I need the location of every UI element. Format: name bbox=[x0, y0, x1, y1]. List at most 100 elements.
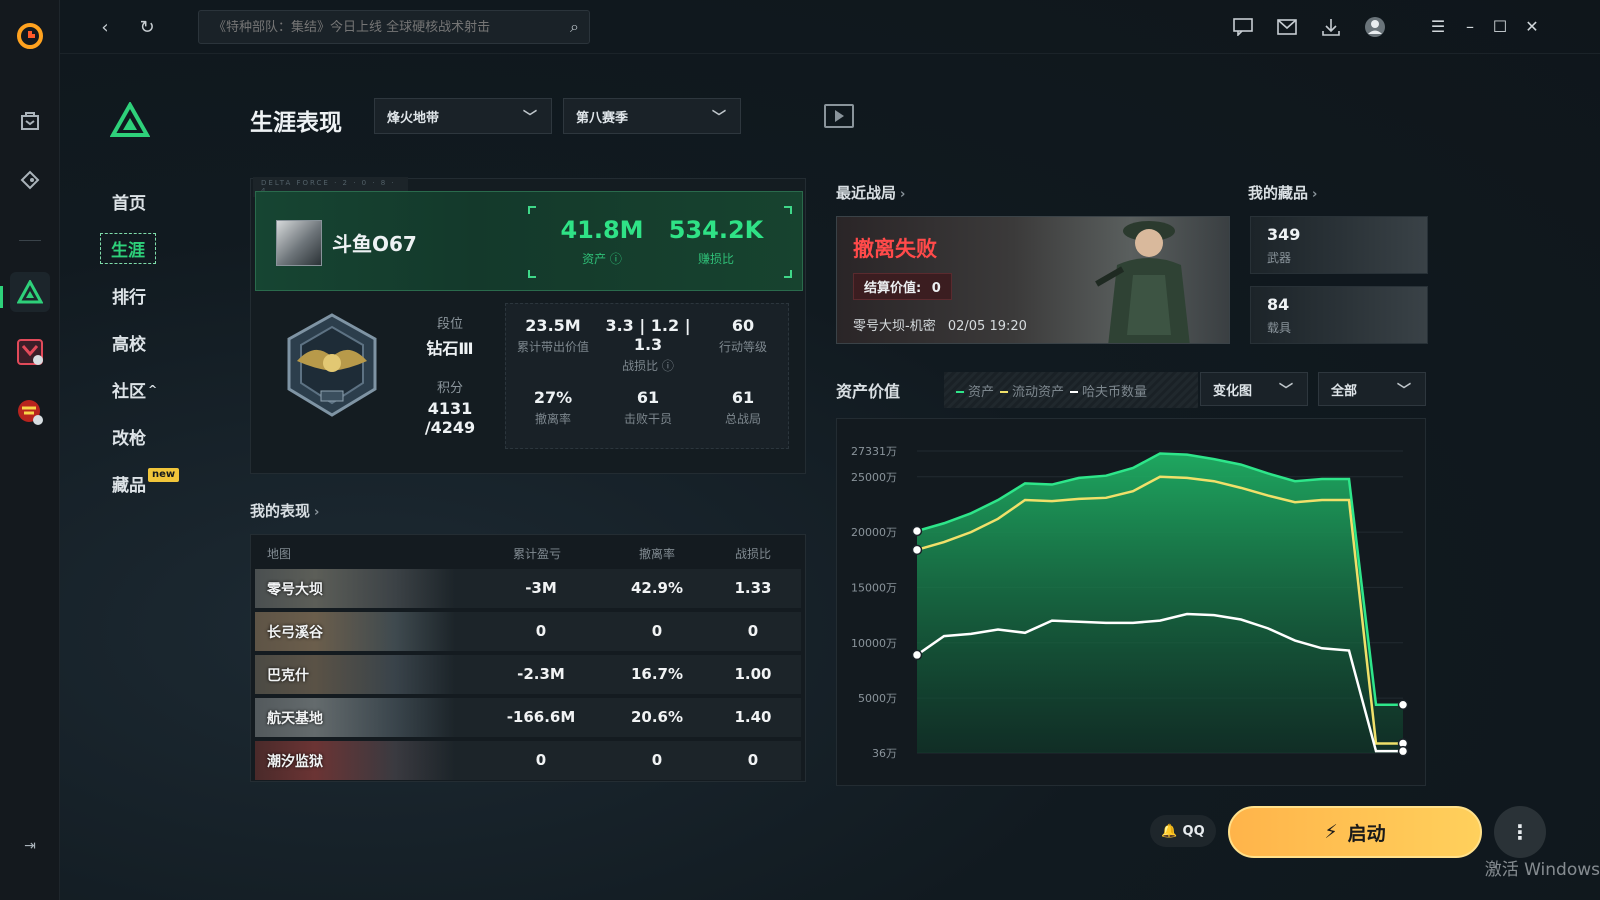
series-start-point bbox=[911, 525, 923, 537]
crossfire-game-icon[interactable] bbox=[10, 392, 50, 432]
rail-active-indicator bbox=[0, 286, 3, 308]
nav-label: 生涯 bbox=[100, 233, 156, 264]
avatar[interactable] bbox=[276, 220, 322, 266]
chevron-right-icon: › bbox=[900, 187, 906, 202]
asset-area bbox=[917, 453, 1403, 753]
stat-value: 23.5M bbox=[525, 316, 581, 335]
refresh-icon[interactable]: ↻ bbox=[132, 12, 162, 42]
battle-map: 零号大坝-机密 bbox=[853, 319, 936, 334]
nav-item-gunsmith[interactable]: 改枪 bbox=[112, 413, 202, 460]
profit-cell: -3M bbox=[525, 579, 557, 597]
rail-divider bbox=[19, 240, 41, 241]
stat-label: 累计带出价值 bbox=[516, 340, 589, 354]
search-icon[interactable]: ⌕ bbox=[570, 17, 579, 37]
video-play-icon[interactable] bbox=[824, 104, 854, 128]
store-bag-icon[interactable] bbox=[10, 100, 50, 140]
mail-icon[interactable] bbox=[1272, 12, 1302, 42]
nav-item-home[interactable]: 首页 bbox=[112, 178, 202, 225]
collection-vehicles[interactable]: 84 载具 bbox=[1250, 286, 1428, 344]
minimize-icon[interactable]: – bbox=[1456, 12, 1484, 40]
table-header-map: 地图 bbox=[267, 547, 292, 561]
search-bar[interactable]: ⌕ bbox=[198, 10, 590, 44]
delta-force-game-icon[interactable] bbox=[10, 272, 50, 312]
collapse-rail-icon[interactable]: ⇥ bbox=[10, 826, 50, 866]
chat-icon[interactable] bbox=[1228, 12, 1258, 42]
recent-battle-card[interactable]: 撤离失败 结算价值: 0 零号大坝-机密 02/05 19:20 bbox=[836, 216, 1230, 344]
season-select-value: 第八赛季 bbox=[576, 110, 629, 126]
nav-item-career[interactable]: 生涯 bbox=[100, 225, 202, 272]
legend-item-liquid[interactable]: 流动资产 bbox=[1000, 381, 1064, 400]
legend-swatch bbox=[1070, 391, 1079, 393]
lightning-icon: ⚡ bbox=[1324, 821, 1338, 843]
nav-label: 高校 bbox=[112, 335, 146, 355]
left-app-rail: ⇥ bbox=[0, 0, 60, 900]
series-end-point bbox=[1397, 699, 1409, 710]
stat-cell: 61 总战局 bbox=[696, 388, 790, 427]
download-icon[interactable] bbox=[1316, 12, 1346, 42]
chart-range-select[interactable]: 全部 ﹀ bbox=[1318, 372, 1426, 406]
collection-count: 349 bbox=[1267, 225, 1301, 244]
legend-item-assets[interactable]: 资产 bbox=[956, 381, 994, 400]
nav-item-university[interactable]: 高校 bbox=[112, 319, 202, 366]
tag-icon[interactable] bbox=[10, 160, 50, 200]
launch-button[interactable]: ⚡ 启动 bbox=[1228, 806, 1482, 858]
nav-item-ranking[interactable]: 排行 bbox=[112, 272, 202, 319]
profile-header: 斗鱼O67 41.8M 资产 ⓘ 534.2K 赚损比 bbox=[255, 191, 803, 291]
recent-title[interactable]: 最近战局 › bbox=[836, 182, 905, 203]
chevron-down-icon: ﹀ bbox=[523, 110, 537, 126]
asset-chart: 27331万 25000万 20000万 15000万 10000万 5000万 36万 bbox=[836, 418, 1426, 786]
asset-chart-title: 资产价值 bbox=[836, 382, 901, 401]
collection-title-text: 我的藏品 bbox=[1248, 184, 1309, 202]
help-icon[interactable]: ⓘ bbox=[662, 359, 674, 373]
profit-label: 赚损比 bbox=[697, 252, 734, 266]
chart-legend: 资产 流动资产 哈夫币数量 bbox=[944, 372, 1198, 408]
help-icon[interactable]: ⓘ bbox=[610, 252, 622, 266]
nav-item-community[interactable]: 社区 ^ bbox=[112, 366, 202, 413]
table-row[interactable]: 长弓溪谷 0 0 0 bbox=[255, 612, 801, 651]
table-header-kd: 战损比 bbox=[734, 547, 771, 561]
wegame-logo-icon[interactable] bbox=[10, 16, 50, 56]
table-row[interactable]: 航天基地 -166.6M 20.6% 1.40 bbox=[255, 698, 801, 737]
legend-label: 哈夫币数量 bbox=[1082, 384, 1148, 400]
bracket-corner bbox=[784, 270, 792, 278]
operator-illustration bbox=[1095, 221, 1190, 343]
search-input[interactable] bbox=[213, 19, 553, 35]
rate-cell: 20.6% bbox=[630, 708, 684, 726]
delta-force-logo bbox=[110, 102, 150, 137]
series-end-point bbox=[1397, 745, 1409, 757]
profit-value: 534.2K bbox=[668, 216, 764, 244]
points-label: 积分 bbox=[436, 381, 463, 396]
maximize-icon[interactable]: ☐ bbox=[1486, 12, 1514, 40]
back-arrow-icon[interactable]: ‹ bbox=[90, 12, 120, 42]
bracket-corner bbox=[528, 270, 536, 278]
nav-label: 排行 bbox=[112, 288, 146, 308]
qq-button[interactable]: 🔔 QQ bbox=[1150, 815, 1216, 847]
launch-label: 启动 bbox=[1347, 822, 1386, 845]
profit-cell: -166.6M bbox=[506, 708, 576, 726]
performance-table: 地图 累计盈亏 撤离率 战损比 零号大坝 -3M 42.9% 1.33 长弓溪谷 0 0 0… bbox=[250, 534, 806, 782]
game-shortcut-icon[interactable] bbox=[10, 332, 50, 372]
season-select[interactable]: 第八赛季 ﹀ bbox=[563, 98, 741, 134]
collection-weapons[interactable]: 349 武器 bbox=[1250, 216, 1428, 274]
table-row[interactable]: 巴克什 -2.3M 16.7% 1.00 bbox=[255, 655, 801, 694]
y-tick-label: 20000万 bbox=[851, 526, 897, 539]
user-avatar-icon[interactable] bbox=[1360, 12, 1390, 42]
more-options-button[interactable]: ⋮ bbox=[1494, 806, 1546, 858]
chevron-right-icon: › bbox=[1312, 187, 1318, 202]
mode-select[interactable]: 烽火地带 ﹀ bbox=[374, 98, 552, 134]
legend-label: 流动资产 bbox=[1012, 384, 1065, 400]
stat-label-text: 战损比 bbox=[622, 359, 659, 373]
menu-icon[interactable]: ☰ bbox=[1424, 12, 1452, 40]
legend-item-coins[interactable]: 哈夫币数量 bbox=[1070, 381, 1147, 400]
chart-range-value: 全部 bbox=[1331, 383, 1358, 399]
table-row[interactable]: 潮汐监狱 0 0 0 bbox=[255, 741, 801, 780]
chart-view-select[interactable]: 变化图 ﹀ bbox=[1200, 372, 1308, 406]
collection-label: 武器 bbox=[1267, 251, 1292, 265]
nav-item-collection[interactable]: 藏品 new bbox=[112, 460, 202, 507]
rate-cell: 16.7% bbox=[630, 665, 684, 683]
close-icon[interactable]: ✕ bbox=[1518, 12, 1546, 40]
collection-title[interactable]: 我的藏品 › bbox=[1248, 182, 1317, 203]
points-value: 4131 /4249 bbox=[424, 399, 476, 437]
table-row[interactable]: 零号大坝 -3M 42.9% 1.33 bbox=[255, 569, 801, 608]
performance-title[interactable]: 我的表现 › bbox=[250, 500, 319, 521]
